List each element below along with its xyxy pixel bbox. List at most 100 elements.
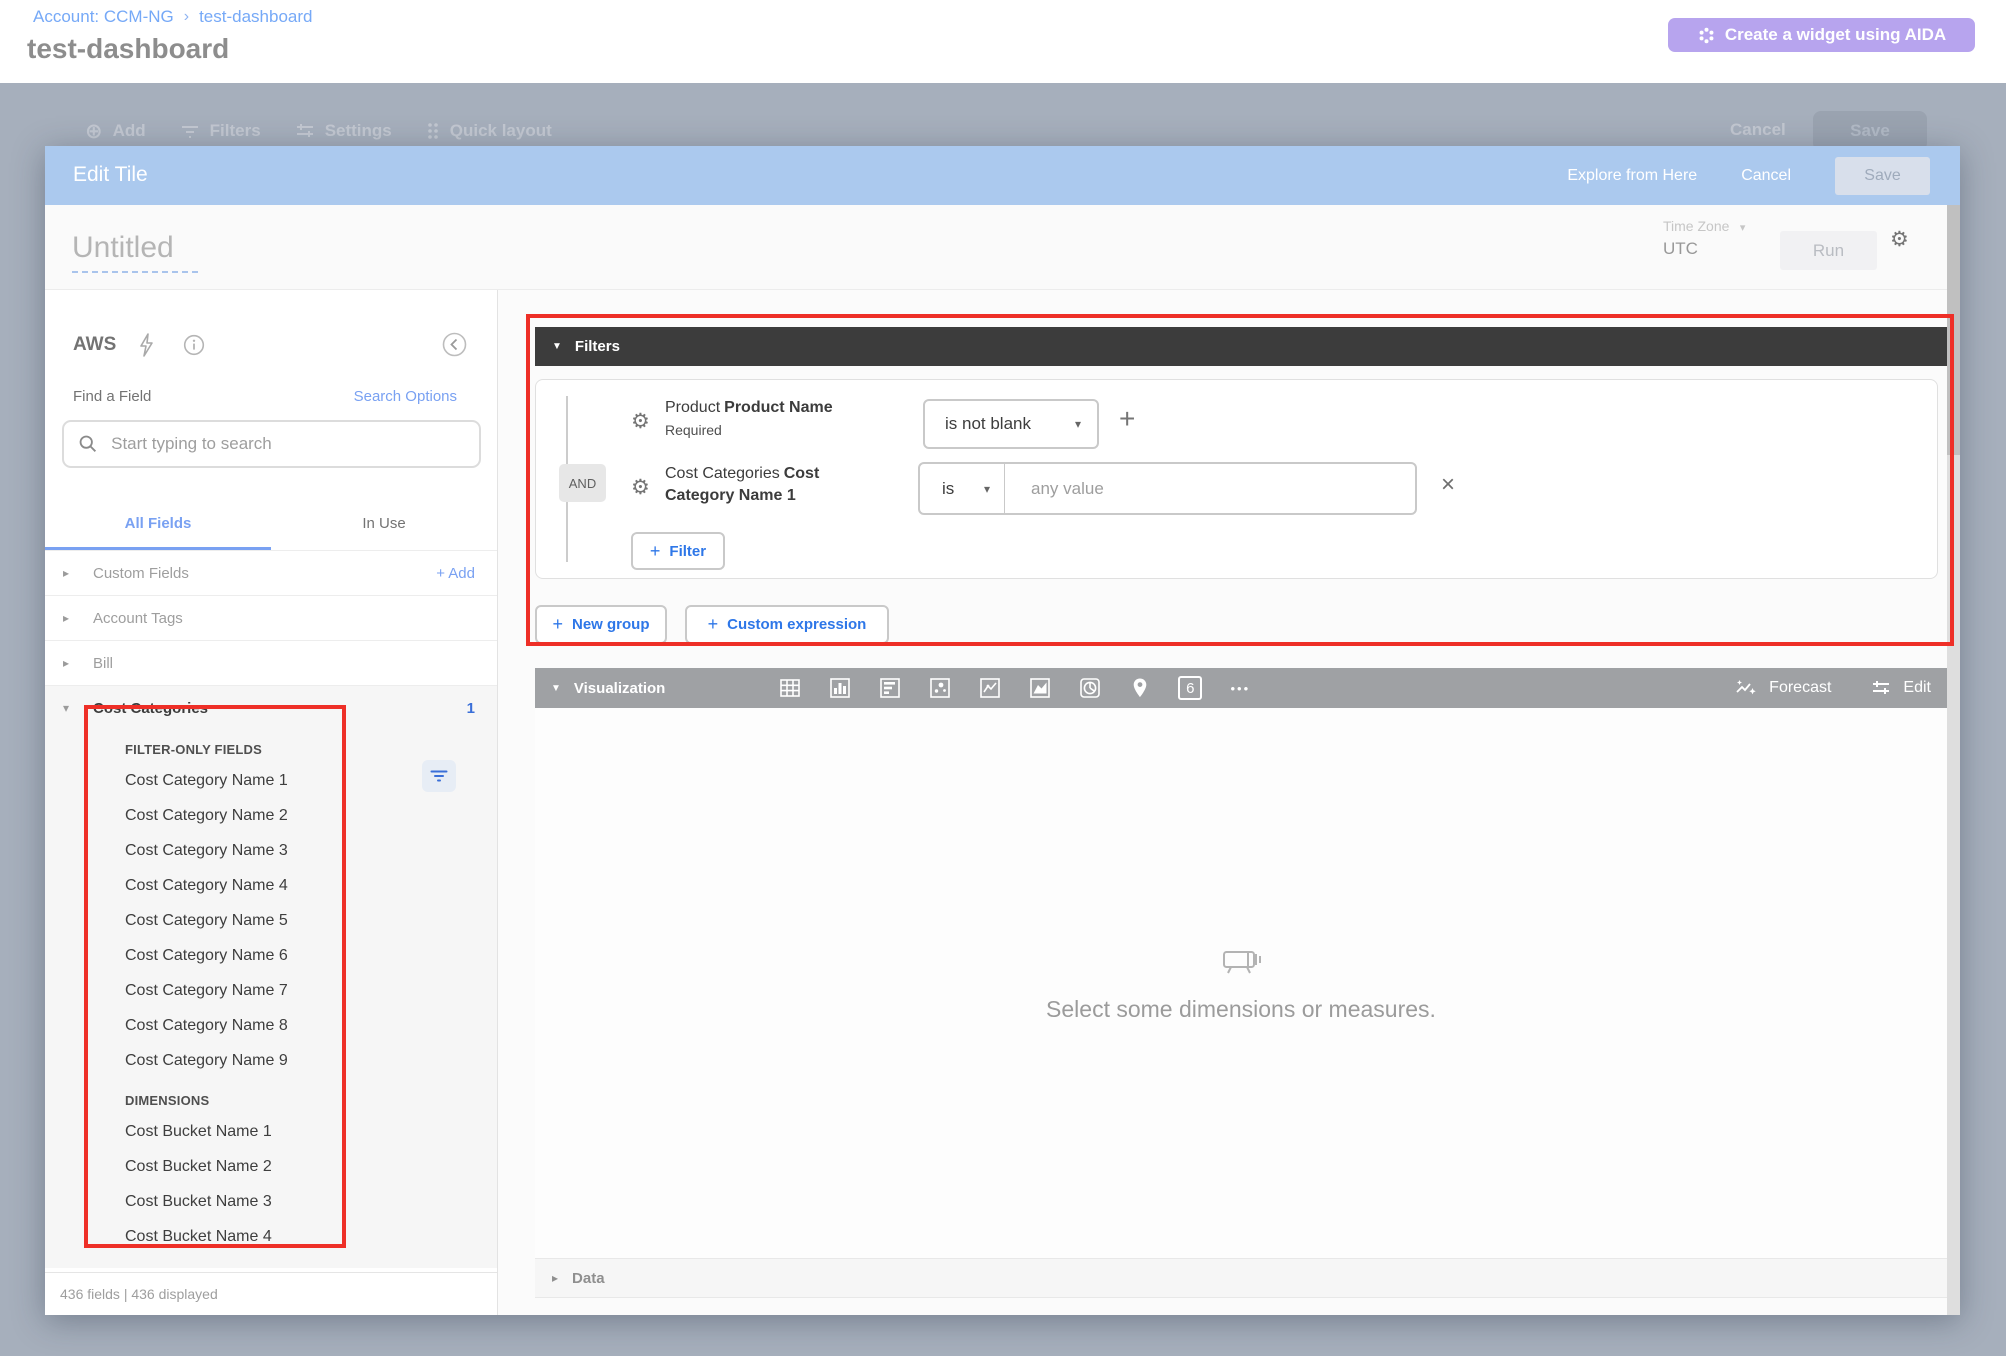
filter2-operator-dropdown[interactable]: is ▾ xyxy=(918,462,1006,515)
custom-expression-button[interactable]: + Custom expression xyxy=(685,605,889,644)
search-options-link[interactable]: Search Options xyxy=(354,388,457,405)
cost-categories-filter-count: 1 xyxy=(467,700,475,717)
dimensions-header: DIMENSIONS xyxy=(125,1092,497,1110)
field-count-footer: 436 fields | 436 displayed xyxy=(45,1272,497,1315)
filter1-operator-dropdown[interactable]: is not blank ▾ xyxy=(923,399,1099,449)
filter2-gear-icon[interactable]: ⚙ xyxy=(631,475,650,499)
filters-section-header[interactable]: ▼ Filters xyxy=(535,327,1947,366)
field-cost-category-6[interactable]: Cost Category Name 6 xyxy=(125,938,497,973)
modal-scrollbar[interactable] xyxy=(1947,205,1960,1315)
search-input[interactable] xyxy=(111,434,465,454)
filter1-gear-icon[interactable]: ⚙ xyxy=(631,409,650,433)
collapse-sidebar-icon[interactable] xyxy=(442,332,467,357)
add-filter-button[interactable]: + Filter xyxy=(631,532,725,570)
filter2-value-input[interactable] xyxy=(1004,462,1417,515)
viz-scatter-icon[interactable] xyxy=(927,675,953,701)
aida-flower-icon xyxy=(1697,26,1716,45)
modal-cancel-button[interactable]: Cancel xyxy=(1741,167,1791,185)
viz-map-icon[interactable] xyxy=(1127,675,1153,701)
forecast-button[interactable]: Forecast xyxy=(1735,679,1831,697)
run-button[interactable]: Run xyxy=(1780,231,1877,270)
filter2-remove-icon[interactable]: × xyxy=(1441,471,1455,499)
field-cost-category-2[interactable]: Cost Category Name 2 xyxy=(125,798,497,833)
grid-dots-icon xyxy=(426,122,440,140)
visualization-section-header[interactable]: ▼ Visualization xyxy=(535,668,1947,708)
edit-tile-screen: Account: CCM-NG › test-dashboard test-da… xyxy=(0,0,2006,1356)
dashboard-settings-button[interactable]: Settings xyxy=(295,121,392,141)
caret-right-icon: ▸ xyxy=(63,566,93,580)
viz-line-chart-icon[interactable] xyxy=(977,675,1003,701)
viz-single-value-icon[interactable]: 6 xyxy=(1177,675,1203,701)
viz-bar-chart-icon[interactable] xyxy=(877,675,903,701)
field-cost-category-7[interactable]: Cost Category Name 7 xyxy=(125,973,497,1008)
viz-table-icon[interactable] xyxy=(777,675,803,701)
modal-title: Edit Tile xyxy=(73,163,148,187)
query-header: Untitled Time Zone ▾ UTC Run ⚙ xyxy=(45,205,1960,290)
empty-state-message: Select some dimensions or measures. xyxy=(1046,996,1436,1023)
dashboard-cancel-button[interactable]: Cancel xyxy=(1730,120,1786,140)
dashboard-filters-button[interactable]: Filters xyxy=(180,121,261,141)
funnel-filter-icon xyxy=(430,769,448,783)
plus-icon: + xyxy=(650,541,661,562)
viz-type-picker: 6 ••• xyxy=(777,675,1253,701)
filter2-field-label: Cost CategoriesCost Category Name 1 xyxy=(665,463,847,507)
filter1-field-label: ProductProduct Name Required xyxy=(665,397,833,441)
scrollbar-thumb[interactable] xyxy=(1947,205,1960,455)
filter-logic-and-pill[interactable]: AND xyxy=(559,464,606,502)
breadcrumb-account-link[interactable]: Account: CCM-NG xyxy=(33,7,174,27)
field-cost-bucket-1[interactable]: Cost Bucket Name 1 xyxy=(125,1114,497,1149)
breadcrumb-current-link[interactable]: test-dashboard xyxy=(199,7,312,27)
field-cost-category-9[interactable]: Cost Category Name 9 xyxy=(125,1043,497,1078)
tab-in-use[interactable]: In Use xyxy=(271,501,497,550)
add-circle-icon: ⊕ xyxy=(85,119,103,143)
caret-right-icon: ▸ xyxy=(552,1271,558,1285)
viz-column-chart-icon[interactable] xyxy=(827,675,853,701)
edit-tile-modal: Edit Tile Explore from Here Cancel Save … xyxy=(45,146,1960,1315)
field-cost-bucket-3[interactable]: Cost Bucket Name 3 xyxy=(125,1184,497,1219)
search-icon xyxy=(78,433,98,455)
add-custom-field-button[interactable]: + Add xyxy=(436,565,475,582)
page-title: test-dashboard xyxy=(27,33,229,65)
sidebar-section-account-tags[interactable]: ▸ Account Tags xyxy=(45,595,497,640)
create-widget-aida-button[interactable]: Create a widget using AIDA xyxy=(1668,18,1975,52)
plus-icon: + xyxy=(552,614,563,635)
modal-save-button[interactable]: Save xyxy=(1835,157,1930,195)
field-picker-sidebar: AWS Find a Field Search Option xyxy=(45,290,498,1315)
field-cost-category-4[interactable]: Cost Category Name 4 xyxy=(125,868,497,903)
tab-all-fields[interactable]: All Fields xyxy=(45,501,271,550)
info-icon[interactable] xyxy=(183,334,205,356)
caret-down-icon: ▼ xyxy=(552,341,562,352)
timezone-value: UTC xyxy=(1663,239,1745,259)
viz-pie-chart-icon[interactable] xyxy=(1077,675,1103,701)
dashboard-save-button[interactable]: Save xyxy=(1813,111,1927,151)
field-cost-category-5[interactable]: Cost Category Name 5 xyxy=(125,903,497,938)
add-tile-button[interactable]: ⊕ Add xyxy=(85,119,146,143)
viz-area-chart-icon[interactable] xyxy=(1027,675,1053,701)
plus-icon: + xyxy=(708,614,719,635)
sidebar-section-custom-fields[interactable]: ▸ Custom Fields + Add xyxy=(45,550,497,595)
query-settings-gear-icon[interactable]: ⚙ xyxy=(1890,227,1909,251)
viz-more-icon[interactable]: ••• xyxy=(1227,675,1253,701)
field-cost-category-8[interactable]: Cost Category Name 8 xyxy=(125,1008,497,1043)
sidebar-section-bill[interactable]: ▸ Bill xyxy=(45,640,497,685)
sliders-icon xyxy=(1871,679,1891,697)
active-filter-chip[interactable] xyxy=(422,760,456,792)
projector-screen-icon xyxy=(1220,944,1262,978)
filter1-add-value-button[interactable]: + xyxy=(1119,403,1135,435)
filter-lines-icon xyxy=(180,123,200,139)
quick-layout-button[interactable]: Quick layout xyxy=(426,121,552,141)
field-search-box[interactable] xyxy=(62,420,481,468)
field-cost-bucket-2[interactable]: Cost Bucket Name 2 xyxy=(125,1149,497,1184)
edit-visualization-button[interactable]: Edit xyxy=(1871,679,1931,697)
timezone-selector[interactable]: Time Zone ▾ UTC xyxy=(1663,218,1745,259)
sidebar-section-cost-categories[interactable]: ▾ Cost Categories 1 xyxy=(45,685,497,730)
sliders-icon xyxy=(295,122,315,140)
caret-down-icon: ▼ xyxy=(551,683,561,694)
field-cost-category-3[interactable]: Cost Category Name 3 xyxy=(125,833,497,868)
new-group-button[interactable]: + New group xyxy=(535,605,667,644)
caret-down-icon: ▾ xyxy=(63,701,93,715)
data-section-header[interactable]: ▸ Data xyxy=(535,1258,1947,1298)
field-cost-bucket-4[interactable]: Cost Bucket Name 4 xyxy=(125,1219,497,1254)
explore-from-here-link[interactable]: Explore from Here xyxy=(1567,167,1697,185)
tile-name-input[interactable]: Untitled xyxy=(72,231,198,273)
